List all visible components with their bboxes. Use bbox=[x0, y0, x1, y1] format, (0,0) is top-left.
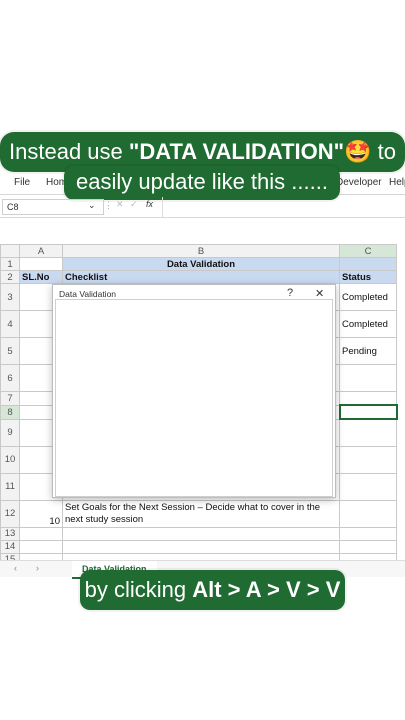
cell-sl-no[interactable]: 10 bbox=[19, 499, 63, 528]
column-header-b[interactable]: B bbox=[62, 244, 340, 258]
row-header[interactable]: 5 bbox=[0, 337, 20, 365]
cell-status[interactable] bbox=[339, 499, 397, 528]
cell-checklist[interactable] bbox=[62, 539, 340, 554]
table-row: 13 bbox=[0, 526, 397, 541]
chevron-left-icon[interactable]: ‹ bbox=[14, 563, 17, 573]
row-header[interactable]: 3 bbox=[0, 283, 20, 311]
header-status[interactable]: Status bbox=[339, 270, 397, 284]
confirm-icon[interactable]: ✓ bbox=[130, 199, 138, 210]
caption-text: to bbox=[371, 139, 396, 164]
ribbon-tab-developer[interactable]: Developer bbox=[336, 177, 382, 188]
cell[interactable] bbox=[339, 257, 397, 271]
cell-status[interactable]: Pending bbox=[339, 337, 397, 365]
data-validation-dialog: Data Validation ? ✕ bbox=[52, 284, 336, 498]
cell-checklist[interactable] bbox=[62, 526, 340, 541]
cell-sl-no[interactable] bbox=[19, 526, 63, 541]
cell-status[interactable] bbox=[339, 472, 397, 501]
cell-status[interactable] bbox=[339, 364, 397, 392]
row-header[interactable]: 10 bbox=[0, 445, 20, 474]
caption-top-line2: easily update like this ...... bbox=[64, 166, 340, 200]
star-eyes-emoji-icon: 🤩 bbox=[344, 139, 372, 164]
table-title-cell[interactable]: Data Validation bbox=[62, 257, 340, 271]
row-header[interactable]: 11 bbox=[0, 472, 20, 501]
table-row: 2 SL.No Checklist Status bbox=[0, 270, 397, 284]
chevron-down-icon[interactable]: ⌄ bbox=[88, 200, 96, 211]
cancel-icon[interactable]: ✕ bbox=[116, 199, 124, 210]
corner-cell[interactable] bbox=[0, 244, 20, 258]
row-header[interactable]: 7 bbox=[0, 391, 20, 406]
row-header[interactable]: 2 bbox=[0, 270, 20, 284]
caption-text: by clicking bbox=[84, 577, 193, 602]
caption-highlight: "DATA VALIDATION" bbox=[128, 139, 345, 164]
chevron-right-icon[interactable]: › bbox=[36, 563, 39, 573]
cell-status[interactable] bbox=[339, 539, 397, 554]
cell-status[interactable] bbox=[339, 418, 397, 447]
cell-status[interactable]: Completed bbox=[339, 310, 397, 338]
help-icon[interactable]: ? bbox=[287, 287, 293, 299]
table-row: 14 bbox=[0, 539, 397, 554]
row-header[interactable]: 14 bbox=[0, 539, 20, 554]
row-header[interactable]: 12 bbox=[0, 499, 20, 528]
row-header[interactable]: 4 bbox=[0, 310, 20, 338]
header-checklist[interactable]: Checklist bbox=[62, 270, 340, 284]
row-header[interactable]: 8 bbox=[0, 404, 20, 420]
cell-sl-no[interactable] bbox=[19, 539, 63, 554]
cell-status[interactable] bbox=[339, 445, 397, 474]
column-header-a[interactable]: A bbox=[19, 244, 63, 258]
shortcut-keys: Alt > A > V > V bbox=[192, 577, 341, 602]
row-header[interactable]: 1 bbox=[0, 257, 20, 271]
header-sl-no[interactable]: SL.No bbox=[19, 270, 63, 284]
cell-status[interactable] bbox=[338, 404, 398, 420]
cell-status[interactable] bbox=[339, 391, 397, 406]
cell-checklist[interactable]: Set Goals for the Next Session – Decide … bbox=[62, 499, 340, 528]
table-row: 1 Data Validation bbox=[0, 257, 397, 271]
row-header[interactable]: 6 bbox=[0, 364, 20, 392]
ribbon-tab-help[interactable]: Help bbox=[389, 177, 405, 188]
caption-bottom: by clicking Alt > A > V > V bbox=[80, 570, 345, 610]
caption-text: Instead use bbox=[9, 139, 129, 164]
dialog-content bbox=[55, 299, 333, 497]
cell-status[interactable] bbox=[339, 526, 397, 541]
formula-bar: C8 ⌄ ⋮ ✕ ✓ fx bbox=[0, 197, 405, 218]
column-header-c[interactable]: C bbox=[339, 244, 397, 258]
formula-input[interactable] bbox=[162, 197, 405, 217]
ribbon-tab-file[interactable]: File bbox=[14, 177, 30, 188]
cell-status[interactable]: Completed bbox=[339, 283, 397, 311]
more-icon: ⋮ bbox=[104, 200, 113, 210]
dialog-title: Data Validation bbox=[59, 289, 117, 299]
row-header[interactable]: 9 bbox=[0, 418, 20, 447]
cell[interactable] bbox=[19, 257, 63, 271]
function-icon[interactable]: fx bbox=[146, 199, 153, 209]
row-header[interactable]: 13 bbox=[0, 526, 20, 541]
table-row: 12 10 Set Goals for the Next Session – Dec… bbox=[0, 499, 397, 528]
